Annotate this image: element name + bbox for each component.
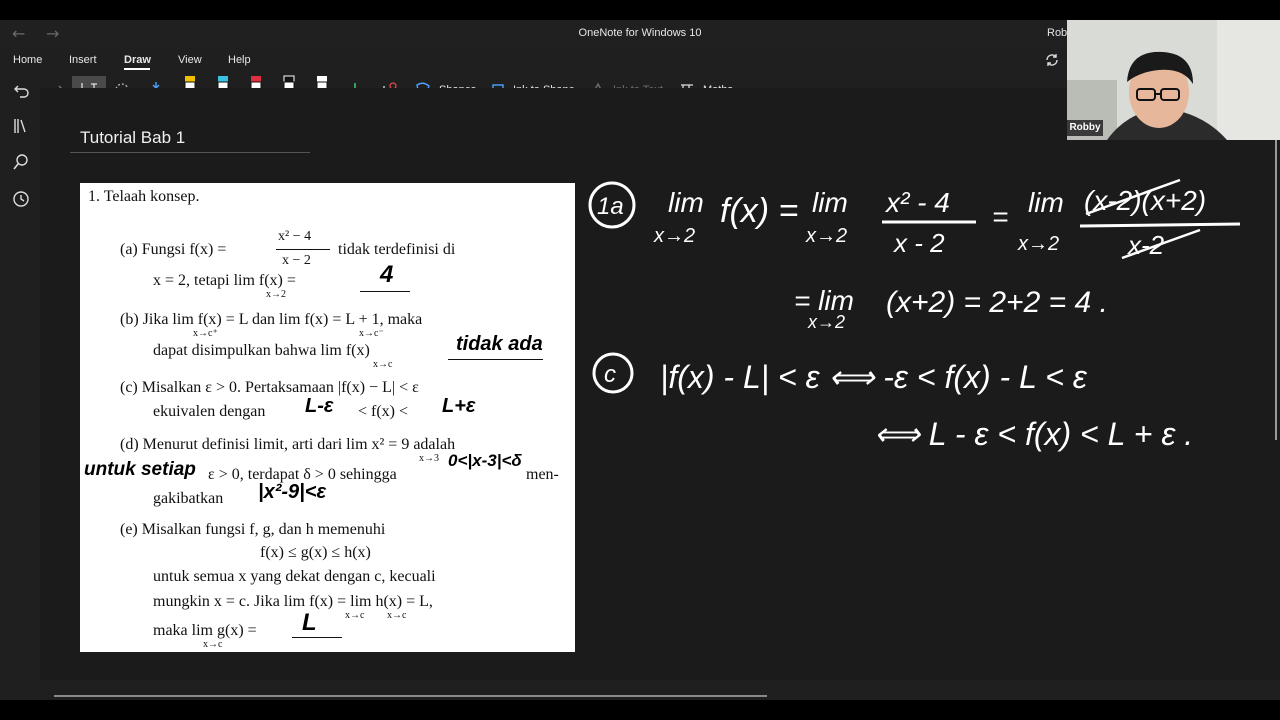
ink-lim-3-sub: x→2 (1017, 233, 1059, 255)
ink-frac2-num: (x-2)(x+2) (1084, 185, 1206, 216)
doc-item-e-5: maka lim g(x) = (153, 622, 257, 639)
ink-line3: |f(x) - L| < ε ⟺ -ε < f(x) - L < ε (660, 359, 1088, 395)
handwritten-answer-e: L (302, 609, 317, 636)
doc-item-b-2-sub: x→c (373, 359, 393, 370)
notebooks-icon[interactable] (12, 117, 30, 135)
doc-item-a-1: (a) Fungsi f(x) = (120, 241, 227, 258)
blank-line (292, 637, 342, 638)
doc-item-b-1: (b) Jika lim f(x) = L dan lim f(x) = L +… (120, 311, 423, 328)
ink-line4: ⟺ L - ε < f(x) < L + ε . (874, 416, 1193, 452)
handwritten-answer-b: tidak ada (456, 333, 543, 355)
doc-item-d-1: (d) Menurut definisi limit, arti dari li… (120, 436, 456, 453)
handwritten-answer-a: 4 (380, 261, 394, 288)
ink-frac1-num: x² - 4 (884, 187, 950, 218)
blank-line (448, 359, 543, 360)
doc-item-a-2: x = 2, tetapi lim f(x) = (153, 272, 296, 289)
doc-item-a-frac-den: x − 2 (282, 253, 311, 268)
webcam-name-label: Robby (1067, 120, 1103, 136)
tab-help[interactable]: Help (228, 54, 251, 66)
ink-lim-3: lim (1028, 187, 1064, 218)
undo-icon[interactable] (12, 80, 32, 100)
search-icon[interactable] (12, 153, 30, 171)
doc-item-e-5-sub: x→c (203, 639, 223, 650)
ink-eq-1: = (992, 201, 1008, 232)
page-title-rule (70, 152, 310, 153)
page-title[interactable]: Tutorial Bab 1 (80, 128, 185, 148)
tab-draw[interactable]: Draw (124, 54, 151, 66)
tab-home[interactable]: Home (13, 54, 42, 66)
doc-item-a-frac-num: x² − 4 (278, 229, 312, 244)
doc-item-d-2-end: men- (526, 466, 559, 483)
doc-item-e-2: f(x) ≤ g(x) ≤ h(x) (260, 544, 371, 561)
ink-lim-2: lim (812, 187, 848, 218)
doc-item-a-2-sub: x→2 (266, 289, 286, 300)
ink-label-c: c (604, 361, 616, 388)
doc-item-d-3: gakibatkan (153, 490, 224, 507)
doc-item-d-1-sub: x→3 (419, 453, 439, 464)
ink-label-1a: 1a (597, 193, 624, 220)
tab-insert[interactable]: Insert (69, 54, 97, 66)
ink-frac1-den: x - 2 (892, 228, 945, 258)
blank-line (360, 291, 410, 292)
handwritten-answer-c1: L-ε (305, 395, 334, 417)
handwritten-answer-d-left: untuk setiap (84, 459, 196, 480)
ink-lim-1-sub: x→2 (653, 225, 695, 247)
doc-item-b-1-sub2: x→c⁻ (359, 328, 384, 339)
vertical-scrollbar[interactable] (1275, 140, 1277, 440)
doc-item-b-2: dapat disimpulkan bahwa lim f(x) (153, 342, 370, 359)
ink-fx: f(x) = (720, 192, 798, 230)
doc-heading: 1. Telaah konsep. (88, 188, 200, 205)
sync-icon[interactable] (1044, 52, 1060, 68)
ink-lim-2-sub: x→2 (805, 225, 847, 247)
ink-lim-1: lim (668, 187, 704, 218)
handwritten-answer-c2: L+ε (442, 395, 476, 417)
account-name[interactable]: Rob (1047, 27, 1067, 39)
recent-icon[interactable] (12, 190, 30, 208)
doc-item-c-2a: ekuivalen dengan (153, 403, 266, 420)
doc-frac-bar (276, 249, 330, 250)
handwritten-answer-d: |x²-9|<ε (258, 481, 327, 503)
ink-notes[interactable]: 1a lim x→2 f(x) = lim x→2 x² - 4 x - 2 =… (580, 160, 1280, 480)
active-tab-indicator (124, 68, 150, 70)
doc-item-e-4-sub: x→c x→c (345, 610, 407, 621)
ink-line2-rest: (x+2) = 2+2 = 4 . (886, 286, 1108, 319)
ink-line2-sub: x→2 (807, 312, 845, 332)
doc-item-e-4: mungkin x = c. Jika lim f(x) = lim h(x) … (153, 593, 433, 610)
doc-item-e-1: (e) Misalkan fungsi f, g, dan h memenuhi (120, 521, 386, 538)
doc-item-b-1-sub1: x→c⁺ (193, 328, 218, 339)
doc-item-a-1b: tidak terdefinisi di (338, 241, 456, 258)
doc-item-c-2b: < f(x) < (358, 403, 409, 420)
doc-item-e-3: untuk semua x yang dekat dengan c, kecua… (153, 568, 436, 585)
handwritten-answer-d-mid: 0<|x-3|<δ (448, 451, 522, 470)
printout-image[interactable]: 1. Telaah konsep. (a) Fungsi f(x) = x² −… (80, 183, 575, 652)
horizontal-scrollbar[interactable] (54, 695, 767, 697)
ink-frac2-bar (1079, 222, 1241, 228)
doc-item-c-1: (c) Misalkan ε > 0. Pertaksamaan |f(x) −… (120, 379, 419, 396)
tab-view[interactable]: View (178, 54, 202, 66)
